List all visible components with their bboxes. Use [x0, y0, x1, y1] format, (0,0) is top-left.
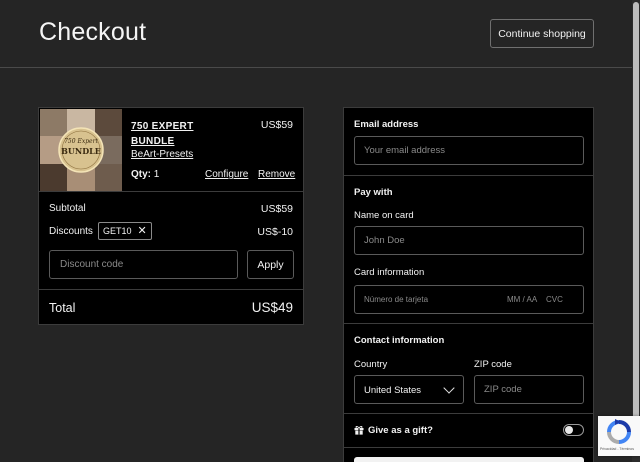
pay-button[interactable] — [354, 457, 584, 462]
card-cvc-placeholder: CVC — [546, 295, 563, 304]
discount-code: GET10 — [103, 226, 132, 236]
divider — [344, 413, 593, 414]
email-field[interactable] — [354, 136, 584, 165]
country-label: Country — [354, 359, 388, 370]
product-image-title: 750 Expert — [64, 138, 98, 145]
subtotal-label: Subtotal — [49, 203, 86, 214]
name-on-card-label: Name on card — [354, 210, 414, 221]
zip-code-field[interactable] — [474, 375, 584, 404]
checkout-form: Email address Pay with Name on card Card… — [343, 107, 594, 462]
chevron-down-icon — [443, 382, 455, 394]
divider — [39, 191, 303, 192]
product-name-link[interactable]: 750 EXPERT BUNDLE — [131, 119, 241, 149]
product-name-line-1: 750 EXPERT — [131, 121, 194, 132]
divider — [344, 175, 593, 176]
header: Checkout Continue shopping — [0, 0, 632, 68]
pay-with-label: Pay with — [354, 187, 393, 198]
order-summary: 750 Expert BUNDLE 750 EXPERT BUNDLE US$5… — [38, 107, 304, 325]
discount-chip: GET10 ✕ — [98, 222, 152, 240]
quantity: Qty: 1 — [131, 169, 159, 180]
card-information-label: Card information — [354, 267, 425, 278]
remove-discount-icon[interactable]: ✕ — [138, 226, 147, 237]
configure-link[interactable]: Configure — [205, 169, 248, 180]
recaptcha-badge[interactable]: Privacidad - Términos — [598, 416, 640, 456]
remove-link[interactable]: Remove — [258, 169, 295, 180]
total-label: Total — [49, 301, 76, 315]
continue-shopping-button[interactable]: Continue shopping — [490, 19, 594, 48]
discounts-label: Discounts — [49, 226, 93, 237]
product-name-line-2: BUNDLE — [131, 136, 175, 147]
zip-code-label: ZIP code — [474, 359, 512, 370]
recaptcha-text: Privacidad - Términos — [600, 447, 634, 451]
gift-toggle-knob — [565, 426, 573, 434]
gift-label: Give as a gift? — [368, 425, 433, 436]
product-image-badge: BUNDLE — [61, 146, 101, 156]
subtotal-value: US$59 — [260, 203, 293, 215]
product-price: US$59 — [260, 119, 293, 131]
quantity-label: Qty: — [131, 169, 151, 180]
page-title: Checkout — [39, 18, 147, 46]
quantity-value: 1 — [153, 169, 160, 180]
total-value: US$49 — [251, 300, 293, 315]
product-image: 750 Expert BUNDLE — [40, 109, 122, 191]
scrollbar-thumb[interactable] — [633, 2, 639, 420]
card-information-field[interactable]: Número de tarjeta MM / AA CVC — [354, 285, 584, 314]
divider — [39, 289, 303, 290]
email-label: Email address — [354, 119, 419, 130]
card-expiry-placeholder: MM / AA — [507, 295, 538, 304]
apply-discount-button[interactable]: Apply — [247, 250, 294, 279]
card-number-placeholder: Número de tarjeta — [364, 295, 429, 304]
divider — [344, 447, 593, 448]
gift-toggle[interactable] — [563, 424, 584, 436]
divider — [344, 323, 593, 324]
discount-value: US$-10 — [257, 226, 293, 238]
country-select-value: United States — [364, 385, 422, 396]
name-on-card-field[interactable] — [354, 226, 584, 255]
vendor-link[interactable]: BeArt-Presets — [131, 149, 193, 160]
scrollbar[interactable] — [632, 0, 640, 462]
recaptcha-icon — [607, 419, 631, 444]
gift-icon — [354, 426, 364, 435]
country-select[interactable]: United States — [354, 375, 464, 404]
contact-information-label: Contact information — [354, 335, 445, 346]
discount-code-input[interactable] — [49, 250, 238, 279]
